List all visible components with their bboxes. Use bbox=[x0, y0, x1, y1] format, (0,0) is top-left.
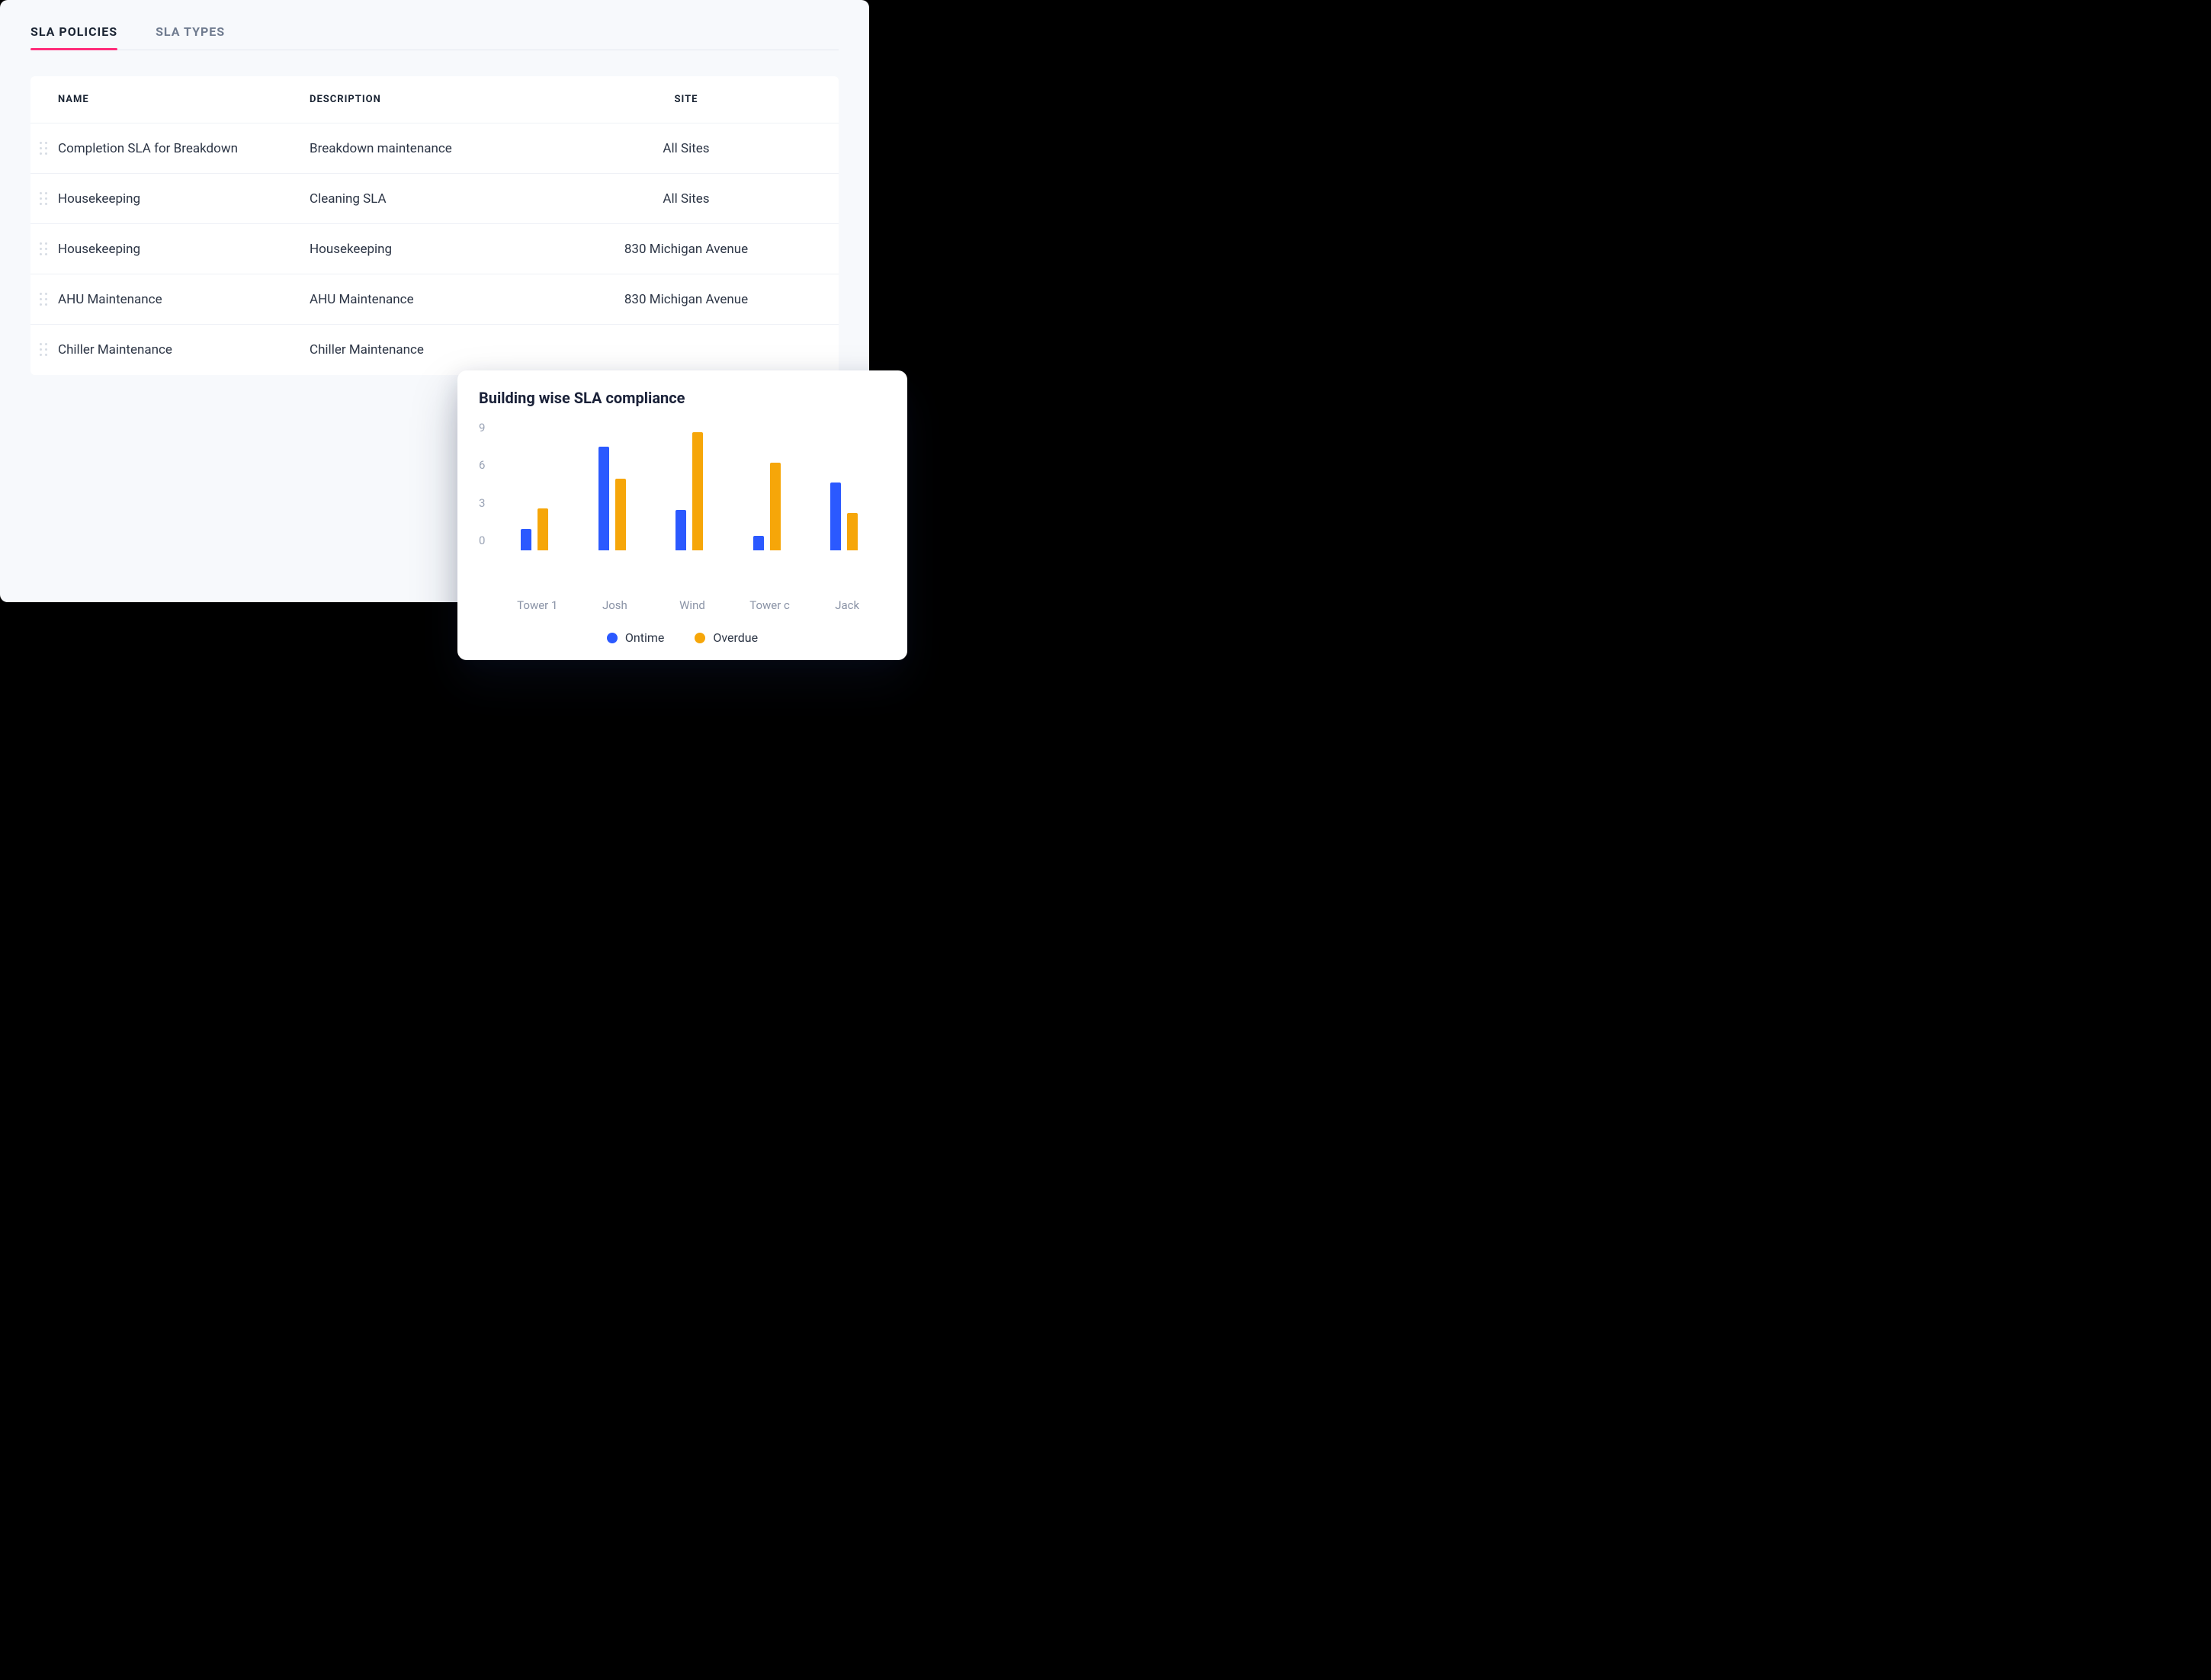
tab-sla-policies[interactable]: SLA POLICIES bbox=[30, 20, 117, 50]
bar-ontime[interactable] bbox=[598, 447, 609, 550]
chart-bars bbox=[493, 421, 886, 550]
y-tick: 3 bbox=[479, 496, 485, 510]
bar-group bbox=[753, 463, 781, 550]
col-header-site: SITE bbox=[561, 94, 811, 105]
bar-overdue[interactable] bbox=[692, 432, 703, 550]
chart-title: Building wise SLA compliance bbox=[479, 389, 886, 407]
y-tick: 9 bbox=[479, 421, 485, 434]
drag-handle-icon[interactable] bbox=[40, 242, 48, 256]
legend-label-overdue: Overdue bbox=[713, 630, 758, 645]
bar-ontime[interactable] bbox=[521, 529, 531, 550]
drag-handle-icon[interactable] bbox=[40, 192, 48, 206]
table-header-row: NAME DESCRIPTION SITE bbox=[30, 76, 839, 123]
bar-overdue[interactable] bbox=[615, 479, 626, 550]
table-row[interactable]: HousekeepingCleaning SLAAll Sites bbox=[30, 174, 839, 224]
cell-description: AHU Maintenance bbox=[310, 292, 561, 307]
cell-description: Housekeeping bbox=[310, 242, 561, 257]
col-header-description: DESCRIPTION bbox=[310, 94, 561, 105]
bar-ontime[interactable] bbox=[753, 536, 764, 550]
sla-table: NAME DESCRIPTION SITE Completion SLA for… bbox=[30, 76, 839, 375]
cell-name: Housekeeping bbox=[58, 191, 310, 207]
cell-name: Completion SLA for Breakdown bbox=[58, 141, 310, 156]
cell-description: Chiller Maintenance bbox=[310, 342, 561, 357]
cell-description: Cleaning SLA bbox=[310, 191, 561, 207]
x-tick: Josh bbox=[584, 598, 645, 612]
table-row[interactable]: Chiller MaintenanceChiller Maintenance bbox=[30, 325, 839, 375]
legend-item-ontime[interactable]: Ontime bbox=[607, 630, 664, 645]
drag-handle-icon[interactable] bbox=[40, 142, 48, 155]
x-tick: Jack bbox=[817, 598, 878, 612]
bar-group bbox=[521, 508, 548, 550]
chart-legend: Ontime Overdue bbox=[479, 630, 886, 645]
tabs-bar: SLA POLICIES SLA TYPES bbox=[30, 15, 839, 50]
cell-site: 830 Michigan Avenue bbox=[561, 242, 811, 257]
bar-overdue[interactable] bbox=[770, 463, 781, 550]
cell-name: AHU Maintenance bbox=[58, 292, 310, 307]
chart-y-axis: 9 6 3 0 bbox=[479, 421, 493, 550]
legend-label-ontime: Ontime bbox=[625, 630, 664, 645]
table-row[interactable]: Completion SLA for BreakdownBreakdown ma… bbox=[30, 123, 839, 174]
bar-overdue[interactable] bbox=[847, 513, 858, 550]
table-row[interactable]: AHU MaintenanceAHU Maintenance830 Michig… bbox=[30, 274, 839, 325]
cell-description: Breakdown maintenance bbox=[310, 141, 561, 156]
x-tick: Tower 1 bbox=[507, 598, 568, 612]
y-tick: 0 bbox=[479, 534, 485, 547]
x-tick: Wind bbox=[662, 598, 723, 612]
bar-group bbox=[598, 447, 626, 550]
bar-group bbox=[830, 483, 858, 550]
x-tick: Tower c bbox=[740, 598, 801, 612]
chart-x-axis: Tower 1 Josh Wind Tower c Jack bbox=[479, 598, 886, 612]
cell-site: 830 Michigan Avenue bbox=[561, 292, 811, 307]
cell-name: Housekeeping bbox=[58, 242, 310, 257]
cell-site: All Sites bbox=[561, 191, 811, 207]
swatch-ontime-icon bbox=[607, 633, 618, 643]
col-header-name: NAME bbox=[58, 94, 310, 105]
cell-name: Chiller Maintenance bbox=[58, 342, 310, 357]
chart-plot-area: 9 6 3 0 bbox=[479, 421, 886, 586]
bar-overdue[interactable] bbox=[538, 508, 548, 550]
tab-sla-types[interactable]: SLA TYPES bbox=[156, 20, 225, 50]
cell-site: All Sites bbox=[561, 141, 811, 156]
legend-item-overdue[interactable]: Overdue bbox=[695, 630, 758, 645]
bar-group bbox=[675, 432, 703, 550]
table-row[interactable]: HousekeepingHousekeeping830 Michigan Ave… bbox=[30, 224, 839, 274]
drag-handle-icon[interactable] bbox=[40, 293, 48, 306]
y-tick: 6 bbox=[479, 458, 485, 472]
bar-ontime[interactable] bbox=[675, 510, 686, 550]
drag-handle-icon[interactable] bbox=[40, 343, 48, 357]
bar-ontime[interactable] bbox=[830, 483, 841, 550]
swatch-overdue-icon bbox=[695, 633, 705, 643]
chart-card-sla-compliance: Building wise SLA compliance 9 6 3 0 Tower … bbox=[457, 370, 907, 660]
